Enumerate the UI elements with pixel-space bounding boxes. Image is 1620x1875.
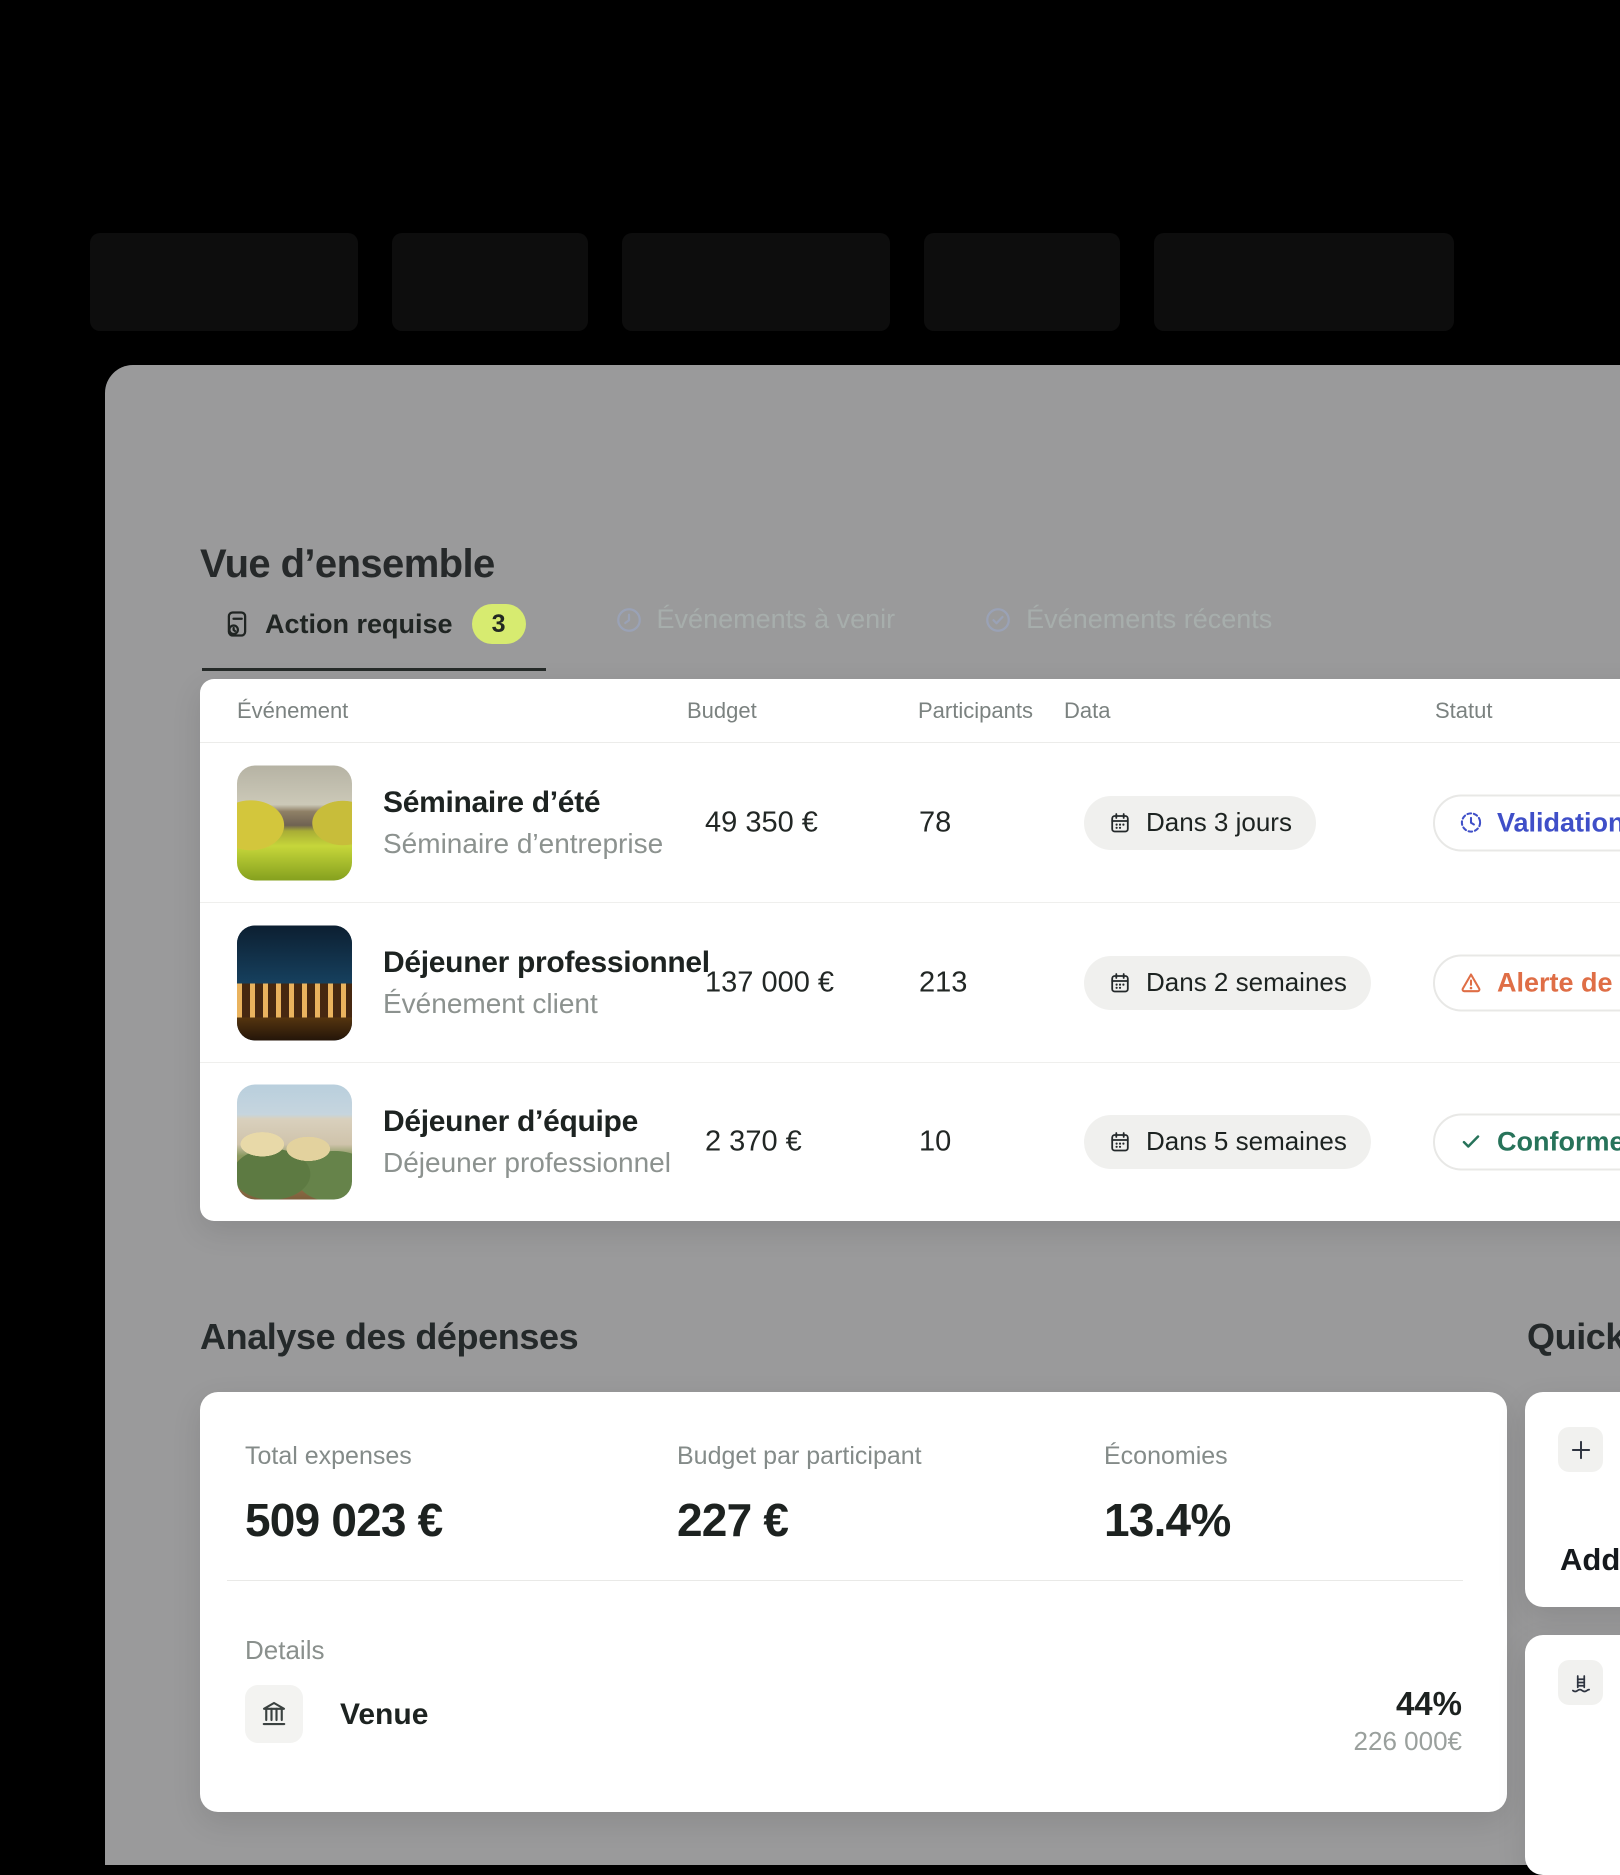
quick-add-card[interactable]: Add event — [1525, 1392, 1620, 1607]
stat-savings: Économies 13.4% — [1104, 1442, 1230, 1547]
date-chip: Dans 3 jours — [1084, 796, 1316, 850]
divider — [227, 1580, 1463, 1581]
event-title: Séminaire d’été — [383, 786, 663, 820]
background-tile — [392, 233, 588, 331]
column-header-data: Data — [1064, 698, 1110, 724]
calendar-icon — [1108, 971, 1132, 995]
event-thumbnail — [237, 925, 352, 1040]
table-row[interactable]: Déjeuner professionnel Événement client … — [200, 903, 1620, 1063]
event-thumbnail — [237, 1084, 352, 1199]
status-badge: Alerte de dépassement — [1433, 954, 1620, 1011]
calendar-icon — [1108, 1130, 1132, 1154]
tab-label: Événements récents — [1026, 604, 1272, 635]
event-subtitle: Séminaire d’entreprise — [383, 828, 663, 860]
date-chip: Dans 5 semaines — [1084, 1115, 1371, 1169]
tab-evenements-a-venir[interactable]: Événements à venir — [594, 604, 916, 659]
quick-add-label: Add event — [1560, 1542, 1620, 1578]
event-title: Déjeuner d’équipe — [383, 1105, 671, 1139]
pending-clock-icon — [1458, 810, 1484, 836]
event-title: Déjeuner professionnel — [383, 946, 710, 980]
detail-percent: 44% — [1396, 1685, 1462, 1723]
table-header: Événement Budget Participants Data Statu… — [200, 679, 1620, 743]
detail-row-venue[interactable]: Venue 44% 226 000€ — [245, 1685, 1462, 1745]
status-label: Validation requise — [1497, 807, 1620, 838]
stat-value: 227 € — [677, 1493, 922, 1547]
column-header-budget: Budget — [687, 698, 757, 724]
stat-label: Budget par participant — [677, 1442, 922, 1471]
background-tile — [924, 233, 1120, 331]
table-row[interactable]: Déjeuner d’équipe Déjeuner professionnel… — [200, 1063, 1620, 1220]
column-header-participants: Participants — [918, 698, 1033, 724]
venue-icon-box — [245, 1685, 303, 1743]
pool-ladder-button[interactable] — [1558, 1660, 1603, 1705]
budget-value: 49 350 € — [705, 806, 818, 839]
tab-action-requise[interactable]: Action requise 3 — [202, 604, 546, 671]
stat-value: 13.4% — [1104, 1493, 1230, 1547]
status-label: Conforme — [1497, 1126, 1620, 1157]
column-header-status: Statut — [1435, 698, 1492, 724]
stat-budget-per-participant: Budget par participant 227 € — [677, 1442, 922, 1547]
warning-triangle-icon — [1458, 970, 1484, 996]
date-chip-label: Dans 3 jours — [1146, 807, 1292, 838]
table-row[interactable]: Séminaire d’été Séminaire d’entreprise 4… — [200, 743, 1620, 903]
date-chip: Dans 2 semaines — [1084, 956, 1371, 1010]
overview-panel: Vue d’ensemble Action requise 3 Événemen… — [105, 365, 1620, 1865]
participants-value: 213 — [919, 966, 967, 999]
tab-count-badge: 3 — [472, 604, 526, 644]
check-circle-icon — [983, 605, 1013, 635]
plus-icon — [1568, 1437, 1594, 1463]
date-chip-label: Dans 2 semaines — [1146, 967, 1347, 998]
document-clock-icon — [222, 609, 252, 639]
expenses-section-title: Analyse des dépenses — [200, 1316, 578, 1358]
details-label: Details — [245, 1635, 324, 1666]
budget-value: 137 000 € — [705, 966, 834, 999]
date-chip-label: Dans 5 semaines — [1146, 1126, 1347, 1157]
detail-amount: 226 000€ — [1354, 1726, 1462, 1757]
event-cell: Déjeuner d’équipe Déjeuner professionnel — [383, 1105, 671, 1179]
status-label: Alerte de dépassement — [1497, 967, 1620, 998]
plus-button[interactable] — [1558, 1427, 1603, 1472]
event-subtitle: Événement client — [383, 988, 710, 1020]
tab-bar: Action requise 3 Événements à venir Évén… — [202, 604, 1292, 671]
status-badge: Conforme — [1433, 1113, 1620, 1170]
calendar-icon — [1108, 811, 1132, 835]
detail-name: Venue — [340, 1698, 428, 1732]
tab-evenements-recents[interactable]: Événements récents — [963, 604, 1292, 659]
venue-building-icon — [259, 1699, 289, 1729]
stat-label: Économies — [1104, 1442, 1230, 1471]
quick-actions-title: Quick actions — [1527, 1316, 1620, 1358]
background-tile — [90, 233, 358, 331]
participants-value: 10 — [919, 1125, 951, 1158]
participants-value: 78 — [919, 806, 951, 839]
event-cell: Séminaire d’été Séminaire d’entreprise — [383, 786, 663, 860]
background-tile — [622, 233, 890, 331]
tab-label: Événements à venir — [657, 604, 896, 635]
background-tile — [1154, 233, 1454, 331]
stat-total-expenses: Total expenses 509 023 € — [245, 1442, 442, 1547]
clock-icon — [614, 605, 644, 635]
budget-value: 2 370 € — [705, 1125, 802, 1158]
dimmed-background — [0, 0, 1620, 365]
page-title: Vue d’ensemble — [200, 542, 495, 586]
expenses-card: Total expenses 509 023 € Budget par part… — [200, 1392, 1507, 1812]
pool-ladder-icon — [1568, 1670, 1594, 1696]
stat-value: 509 023 € — [245, 1493, 442, 1547]
tab-label: Action requise — [265, 609, 453, 640]
event-cell: Déjeuner professionnel Événement client — [383, 946, 710, 1020]
stat-label: Total expenses — [245, 1442, 442, 1471]
column-header-event: Événement — [237, 698, 348, 724]
status-badge: Validation requise — [1433, 794, 1620, 851]
check-icon — [1458, 1129, 1484, 1155]
event-thumbnail — [237, 765, 352, 880]
event-subtitle: Déjeuner professionnel — [383, 1147, 671, 1179]
quick-pool-card[interactable] — [1525, 1635, 1620, 1875]
events-table: Événement Budget Participants Data Statu… — [200, 679, 1620, 1221]
